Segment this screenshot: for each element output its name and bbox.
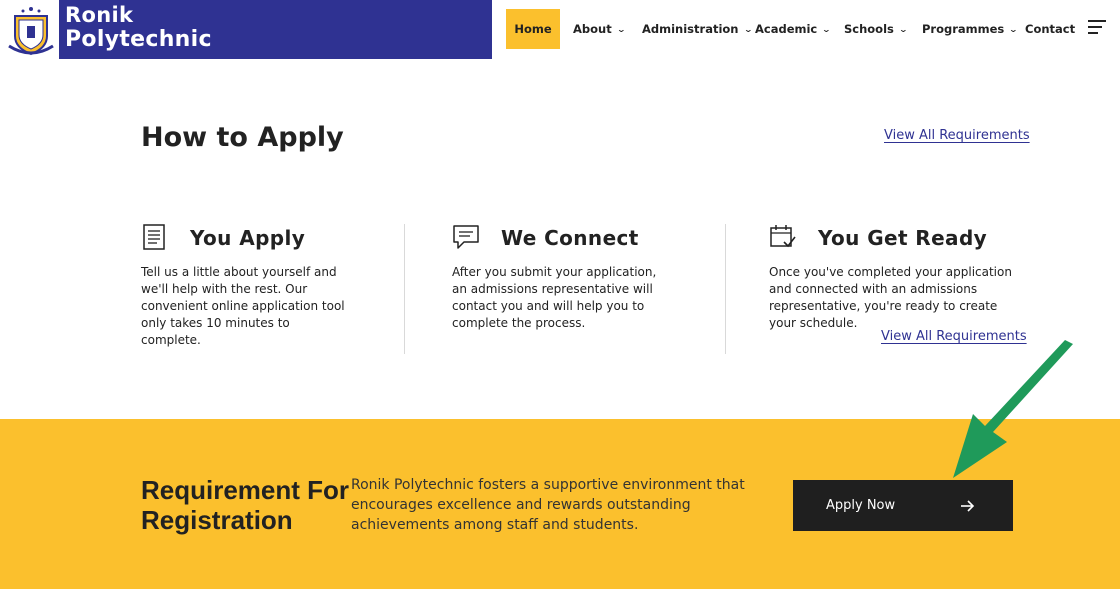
nav-about[interactable]: About ⌄ [573,9,626,49]
brand-name-line1: Ronik [65,3,134,27]
nav-administration[interactable]: Administration ⌄ [642,9,753,49]
chevron-down-icon: ⌄ [743,24,753,34]
nav-schools[interactable]: Schools ⌄ [844,9,908,49]
apply-now-label: Apply Now [826,498,896,513]
nav-programmes[interactable]: Programmes ⌄ [922,9,1019,49]
step-description: Tell us a little about yourself and we'l… [141,265,345,347]
chat-bubble-icon [453,225,479,249]
nav-administration-label: Administration [642,22,739,36]
nav-programmes-label: Programmes [922,22,1005,36]
brand-name-line2: Polytechnic [65,27,212,52]
nav-academic-label: Academic [755,22,818,36]
document-icon [143,224,165,250]
school-crest-icon[interactable] [5,2,57,58]
chevron-down-icon: ⌄ [821,24,832,34]
green-pointer-arrow-icon [953,340,1073,478]
calendar-check-icon [770,225,796,248]
chevron-down-icon: ⌄ [616,24,626,34]
brand-banner[interactable]: Ronik Polytechnic [59,0,492,59]
column-divider [725,224,726,354]
step-description: After you submit your application, an ad… [452,265,657,330]
step-title: You Get Ready [818,226,988,250]
step-title: You Apply [190,226,306,250]
registration-description: Ronik Polytechnic fosters a supportive e… [351,477,745,533]
step-description: Once you've completed your application a… [769,265,1012,330]
nav-home[interactable]: Home [506,9,560,49]
column-divider [404,224,405,354]
nav-contact[interactable]: Contact [1025,9,1075,49]
registration-title: Requirement For Registration [141,475,350,535]
nav-contact-label: Contact [1025,22,1076,36]
chevron-down-icon: ⌄ [1008,24,1019,34]
step-title: We Connect [501,226,639,250]
view-all-requirements-link[interactable]: View All Requirements [884,128,1030,143]
nav-academic[interactable]: Academic ⌄ [755,9,832,49]
chevron-down-icon: ⌄ [898,24,908,34]
nav-schools-label: Schools [844,22,894,36]
section-title: How to Apply [141,122,344,153]
arrow-right-icon [961,499,975,512]
apply-now-button[interactable]: Apply Now [793,480,1013,531]
site-header: Ronik Polytechnic Home About ⌄ Administr… [0,0,1120,60]
nav-about-label: About [573,22,612,36]
hamburger-menu-icon[interactable] [1088,20,1106,34]
